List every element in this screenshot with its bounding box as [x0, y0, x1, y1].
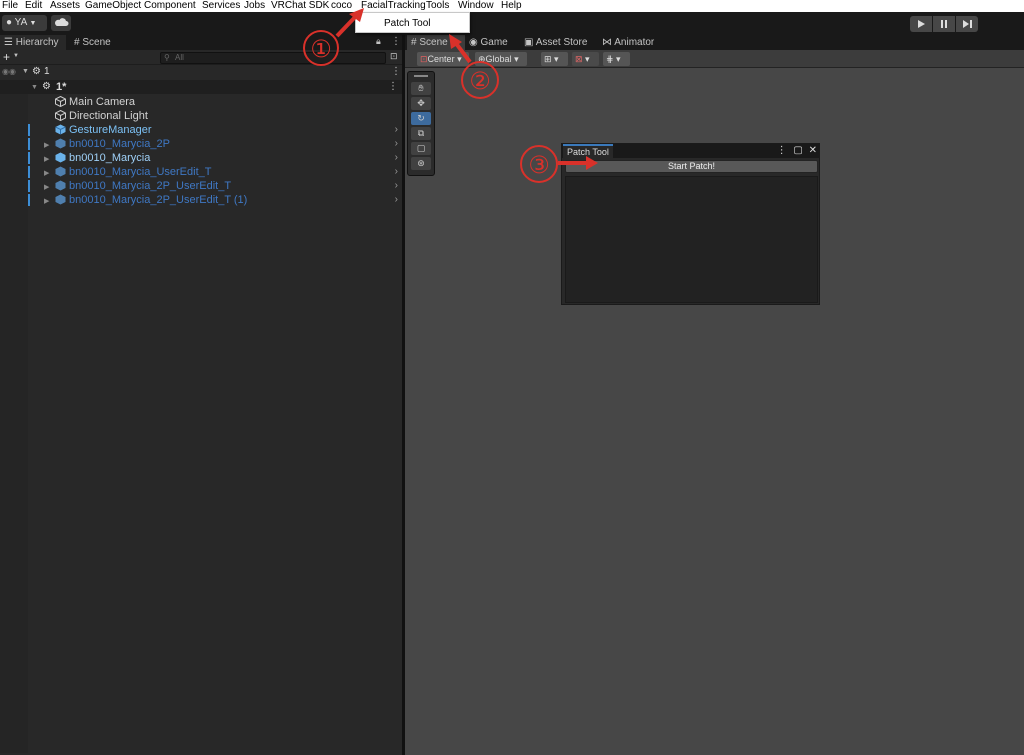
svg-text:②: ② — [469, 67, 491, 95]
svg-text:③: ③ — [528, 151, 550, 179]
annotation-3: ③ — [520, 145, 598, 183]
annotation-2: ② — [449, 34, 499, 99]
annotation-1: ① — [303, 8, 364, 66]
svg-text:①: ① — [310, 35, 332, 63]
annotation-layer: ① ② ③ — [303, 8, 598, 183]
